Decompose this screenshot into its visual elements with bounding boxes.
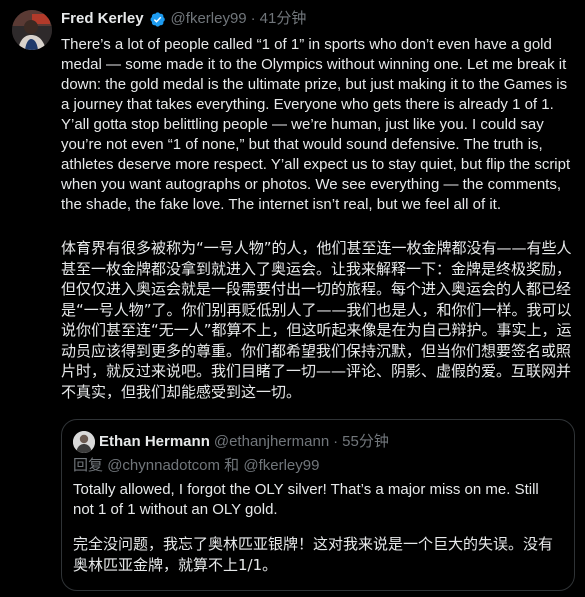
author-avatar[interactable] (12, 10, 52, 50)
tweet-text-zh: 体育界有很多被称为“一号人物”的人，他们甚至连一枚金牌都没有——有些人甚至一枚金… (61, 239, 572, 401)
post-time[interactable]: 41分钟 (260, 9, 307, 29)
tweet-text-en: There’s a lot of people called “1 of 1” … (61, 36, 571, 213)
tweet-header: Fred Kerley @fkerley99 · 41分钟 (61, 9, 306, 29)
quoted-tweet-text-zh: 完全没问题，我忘了奥林匹亚银牌！这对我来说是一个巨大的失误。没有奥林匹亚金牌，就… (73, 535, 554, 574)
author-handle[interactable]: @fkerley99 (171, 9, 247, 29)
reply-mention-1[interactable]: @chynnadotcom (107, 457, 220, 474)
author-name[interactable]: Fred Kerley (61, 9, 144, 29)
header-separator: · (250, 10, 256, 27)
reply-mention-2[interactable]: @fkerley99 (243, 457, 319, 474)
quoted-post-time[interactable]: 55分钟 (342, 432, 389, 452)
replying-to: 回复 @chynnadotcom 和 @fkerley99 (73, 456, 563, 476)
avatar-image (12, 10, 52, 50)
reply-prefix: 回复 (73, 457, 104, 474)
quoted-tweet-header: Ethan Hermann @ethanjhermann · 55分钟 (73, 431, 563, 453)
quoted-header-separator: · (333, 433, 339, 450)
quoted-avatar-image (73, 431, 95, 453)
quoted-author-name[interactable]: Ethan Hermann (99, 432, 210, 452)
reply-joiner: 和 (224, 457, 240, 474)
quoted-author-avatar[interactable] (73, 431, 95, 453)
quoted-tweet[interactable]: Ethan Hermann @ethanjhermann · 55分钟 回复 @… (61, 419, 575, 591)
quoted-tweet-text-en: Totally allowed, I forgot the OLY silver… (73, 481, 539, 518)
quoted-author-handle[interactable]: @ethanjhermann (214, 432, 329, 452)
tweet: Fred Kerley @fkerley99 · 41分钟 There’s a … (0, 0, 585, 597)
verified-badge-icon (150, 11, 165, 27)
